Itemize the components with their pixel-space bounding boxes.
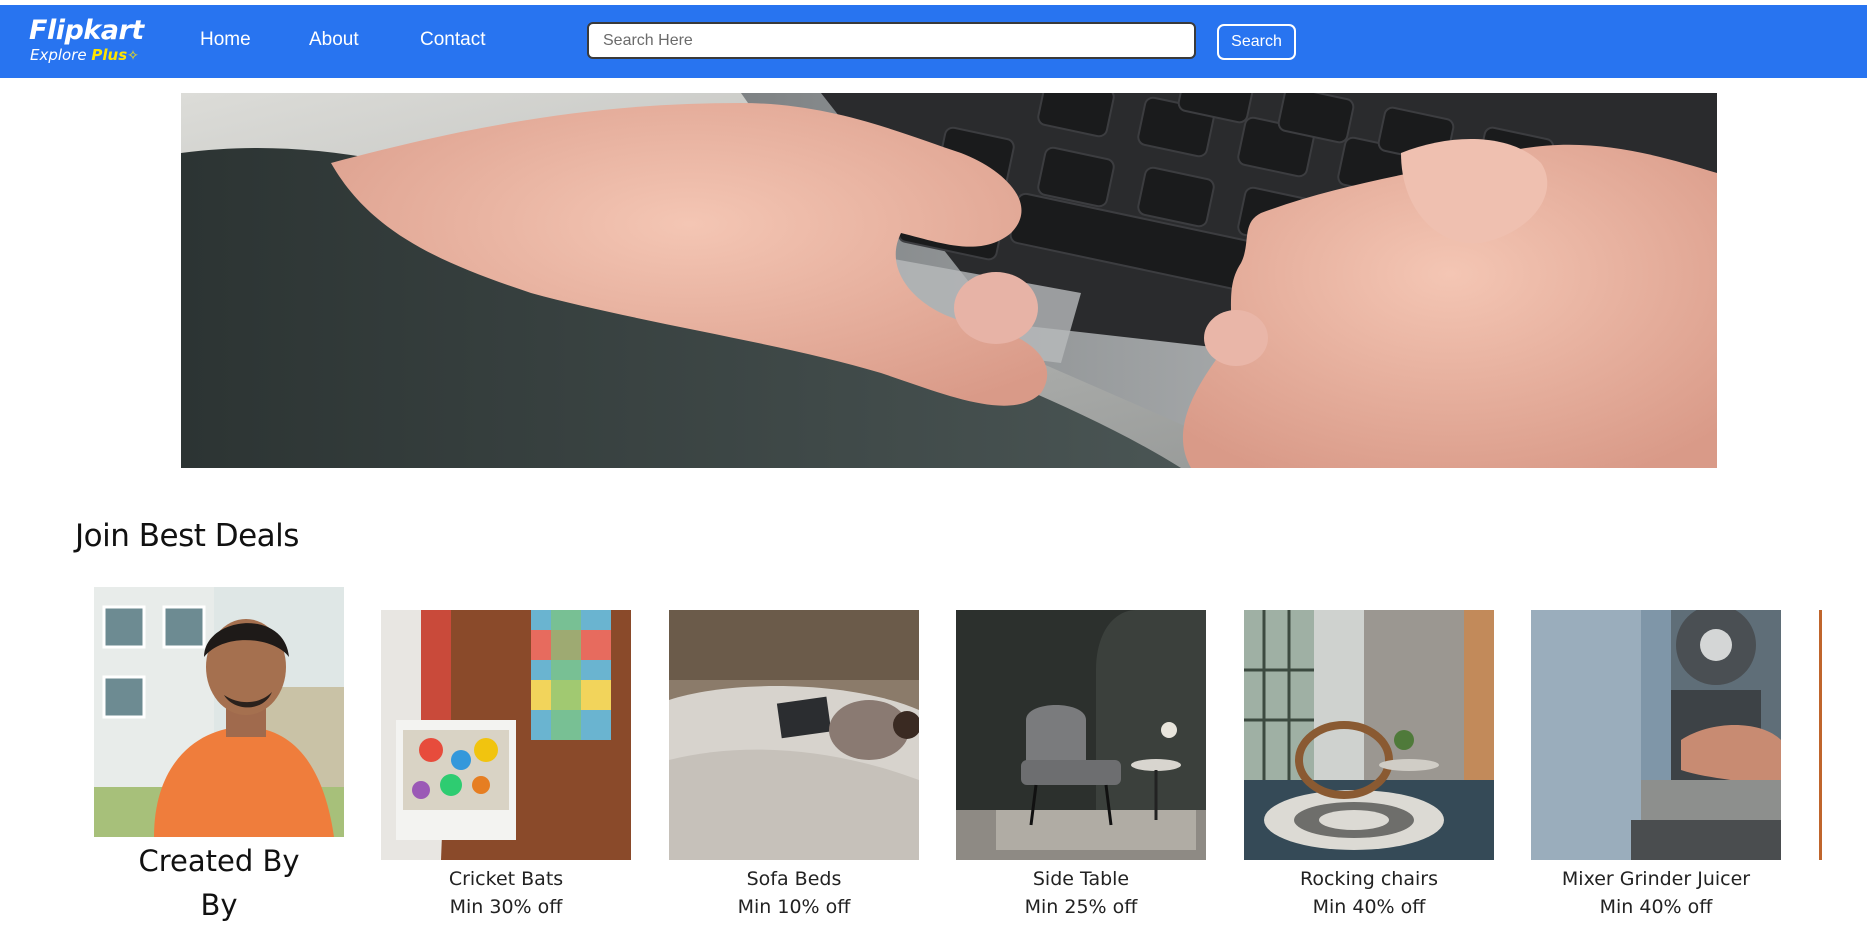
product-offer: Min 25% off xyxy=(1024,896,1138,918)
logo-subtitle: Explore Plus✧ xyxy=(30,47,144,65)
product-offer: Min 10% off xyxy=(737,896,851,918)
product-image xyxy=(381,610,631,860)
product-card-sofa-beds[interactable]: Sofa Beds Min 10% off xyxy=(669,610,919,918)
navbar: Flipkart Explore Plus✧ Home About Contac… xyxy=(0,5,1867,78)
product-offer: Min 40% off xyxy=(1599,896,1713,918)
creator-card[interactable]: Created By By xyxy=(94,587,344,925)
creator-line1: Created By xyxy=(138,844,300,878)
product-name: Side Table xyxy=(1032,868,1130,890)
product-image xyxy=(956,610,1206,860)
creator-line2: By xyxy=(200,888,238,922)
product-name: Rocking chairs xyxy=(1300,868,1438,890)
creator-photo xyxy=(94,587,344,837)
nav-link-about[interactable]: About xyxy=(309,29,359,51)
product-card-partial[interactable] xyxy=(1819,610,1867,860)
product-name: Mixer Grinder Juicer xyxy=(1561,868,1751,890)
section-title: Join Best Deals xyxy=(75,518,299,554)
product-offer: Min 30% off xyxy=(449,896,563,918)
product-card-mixer-grinder-juicer[interactable]: Mixer Grinder Juicer Min 40% off xyxy=(1531,610,1781,918)
product-image xyxy=(669,610,919,860)
search-button[interactable]: Search xyxy=(1217,24,1296,60)
plus-badge-icon: ✧ xyxy=(127,48,139,64)
nav-link-contact[interactable]: Contact xyxy=(420,29,485,51)
nav-link-home[interactable]: Home xyxy=(200,29,251,51)
flipkart-logo[interactable]: Flipkart Explore Plus✧ xyxy=(29,15,144,65)
product-name: Sofa Beds xyxy=(746,868,842,890)
logo-main-text: Flipkart xyxy=(29,15,144,46)
product-name: Cricket Bats xyxy=(448,868,564,890)
search-input[interactable] xyxy=(587,22,1196,59)
product-offer: Min 40% off xyxy=(1312,896,1426,918)
page: Flipkart Explore Plus✧ Home About Contac… xyxy=(0,0,1867,932)
product-card-rocking-chairs[interactable]: Rocking chairs Min 40% off xyxy=(1244,610,1494,918)
product-image xyxy=(1531,610,1781,860)
logo-plus-text: Plus xyxy=(91,46,128,64)
hero-banner-image xyxy=(181,93,1717,468)
logo-explore-text: Explore xyxy=(30,46,87,64)
product-image xyxy=(1244,610,1494,860)
product-card-side-table[interactable]: Side Table Min 25% off xyxy=(956,610,1206,918)
product-card-cricket-bats[interactable]: Cricket Bats Min 30% off xyxy=(381,610,631,918)
